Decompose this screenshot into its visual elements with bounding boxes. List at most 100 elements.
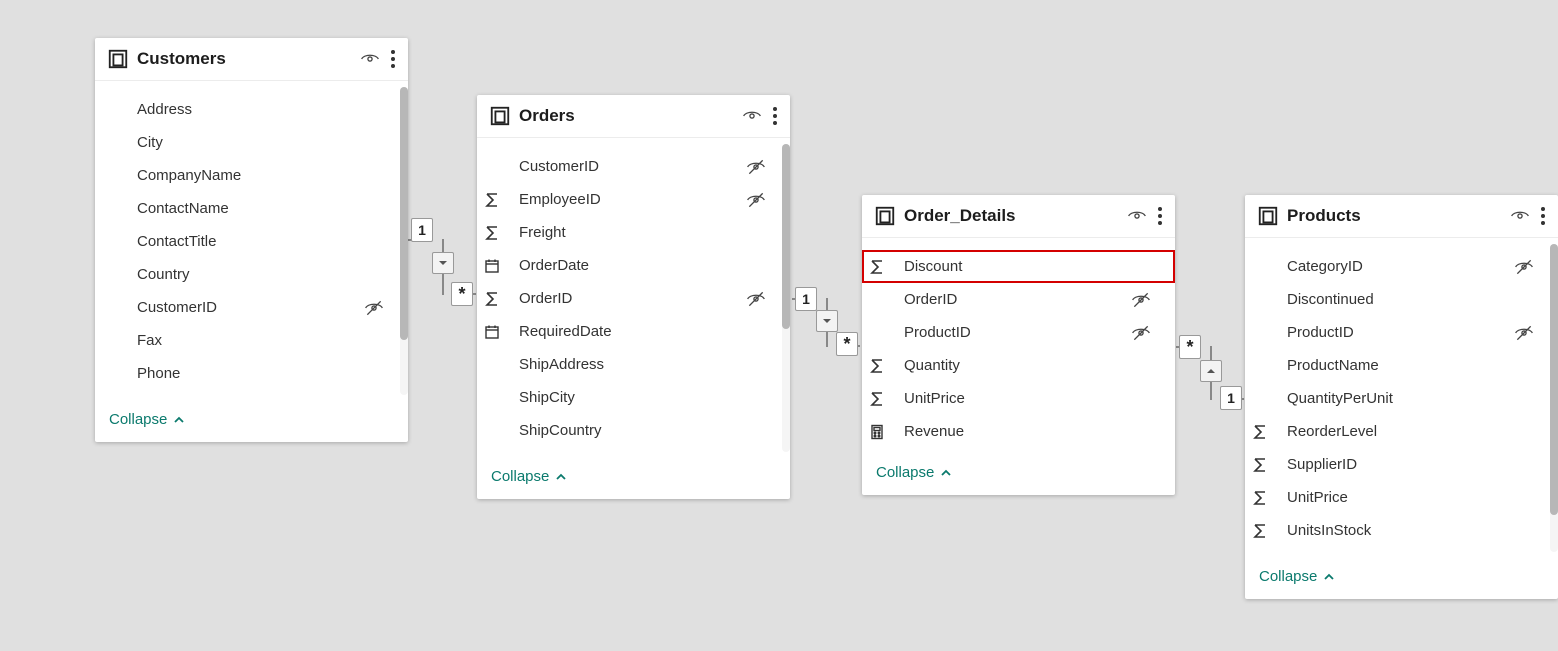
- field-label: ContactTitle: [95, 233, 392, 250]
- field-reorderlevel[interactable]: ReorderLevel: [1245, 415, 1558, 448]
- field-label: Quantity: [892, 357, 1159, 374]
- collapse-button[interactable]: Collapse: [1259, 568, 1544, 585]
- field-orderid[interactable]: OrderID: [477, 282, 790, 315]
- table-header[interactable]: Products: [1245, 195, 1558, 238]
- more-options-icon[interactable]: [1540, 206, 1546, 226]
- relationship-direction-icon[interactable]: [432, 252, 454, 274]
- field-label: CustomerID: [95, 299, 364, 316]
- visibility-icon[interactable]: [742, 106, 762, 126]
- collapse-label: Collapse: [109, 411, 167, 428]
- field-shipaddress[interactable]: ShipAddress: [477, 348, 790, 381]
- field-shipcity[interactable]: ShipCity: [477, 381, 790, 414]
- field-address[interactable]: Address: [95, 93, 408, 126]
- field-label: Discontinued: [1245, 291, 1542, 308]
- table-header[interactable]: Order_Details: [862, 195, 1175, 238]
- field-phone[interactable]: Phone: [95, 357, 408, 390]
- collapse-label: Collapse: [491, 468, 549, 485]
- field-label: Discount: [892, 258, 1159, 275]
- field-orderdate[interactable]: OrderDate: [477, 249, 790, 282]
- field-label: RequiredDate: [507, 323, 774, 340]
- field-label: Revenue: [892, 423, 1159, 440]
- hidden-icon: [746, 289, 774, 309]
- sigma-icon: [1245, 457, 1275, 473]
- field-quantityperunit[interactable]: QuantityPerUnit: [1245, 382, 1558, 415]
- field-list: CategoryID Discontinued ProductID Produc…: [1245, 238, 1558, 547]
- field-label: UnitPrice: [892, 390, 1159, 407]
- scrollbar[interactable]: [1550, 244, 1558, 552]
- table-header[interactable]: Customers: [95, 38, 408, 81]
- field-label: CategoryID: [1245, 258, 1514, 275]
- field-freight[interactable]: Freight: [477, 216, 790, 249]
- field-productid[interactable]: ProductID: [1245, 316, 1558, 349]
- table-order-details[interactable]: Order_Details Discount OrderID ProductID…: [862, 195, 1175, 495]
- field-label: QuantityPerUnit: [1245, 390, 1542, 407]
- field-city[interactable]: City: [95, 126, 408, 159]
- table-title: Orders: [519, 106, 742, 126]
- field-discontinued[interactable]: Discontinued: [1245, 283, 1558, 316]
- sigma-icon: [862, 358, 892, 374]
- table-title: Customers: [137, 49, 360, 69]
- more-options-icon[interactable]: [390, 49, 396, 69]
- field-unitprice[interactable]: UnitPrice: [862, 382, 1175, 415]
- field-employeeid[interactable]: EmployeeID: [477, 183, 790, 216]
- field-categoryid[interactable]: CategoryID: [1245, 250, 1558, 283]
- field-label: City: [95, 134, 392, 151]
- field-shipcountry[interactable]: ShipCountry: [477, 414, 790, 447]
- field-unitsinstock[interactable]: UnitsInStock: [1245, 514, 1558, 547]
- field-label: Address: [95, 101, 392, 118]
- cardinality-one: 1: [1220, 386, 1242, 410]
- sigma-icon: [477, 225, 507, 241]
- relationship-direction-icon[interactable]: [1200, 360, 1222, 382]
- table-orders[interactable]: Orders CustomerID EmployeeID Freight Ord…: [477, 95, 790, 499]
- more-options-icon[interactable]: [1157, 206, 1163, 226]
- scrollbar[interactable]: [782, 144, 790, 452]
- hidden-icon: [746, 157, 774, 177]
- field-customerid[interactable]: CustomerID: [477, 150, 790, 183]
- field-contacttitle[interactable]: ContactTitle: [95, 225, 408, 258]
- collapse-button[interactable]: Collapse: [876, 464, 1161, 481]
- field-productid[interactable]: ProductID: [862, 316, 1175, 349]
- hidden-icon: [1514, 257, 1542, 277]
- field-companyname[interactable]: CompanyName: [95, 159, 408, 192]
- field-contactname[interactable]: ContactName: [95, 192, 408, 225]
- field-productname[interactable]: ProductName: [1245, 349, 1558, 382]
- table-customers[interactable]: Customers Address City CompanyName Conta…: [95, 38, 408, 442]
- model-canvas[interactable]: { "tables": { "customers": { "title": "C…: [0, 0, 1558, 651]
- cardinality-many: *: [1179, 335, 1201, 359]
- visibility-icon[interactable]: [1127, 206, 1147, 226]
- field-customerid[interactable]: CustomerID: [95, 291, 408, 324]
- visibility-icon[interactable]: [360, 49, 380, 69]
- sigma-icon: [477, 291, 507, 307]
- table-icon: [107, 48, 129, 70]
- field-label: EmployeeID: [507, 191, 746, 208]
- field-label: ShipCountry: [477, 422, 774, 439]
- sigma-icon: [477, 192, 507, 208]
- hidden-icon: [364, 298, 392, 318]
- field-unitprice[interactable]: UnitPrice: [1245, 481, 1558, 514]
- field-quantity[interactable]: Quantity: [862, 349, 1175, 382]
- relationship-direction-icon[interactable]: [816, 310, 838, 332]
- scrollbar[interactable]: [400, 87, 408, 395]
- chevron-up-icon: [1323, 571, 1335, 583]
- hidden-icon: [746, 190, 774, 210]
- collapse-button[interactable]: Collapse: [491, 468, 776, 485]
- field-discount[interactable]: Discount: [862, 250, 1175, 283]
- field-label: ContactName: [95, 200, 392, 217]
- collapse-button[interactable]: Collapse: [109, 411, 394, 428]
- collapse-label: Collapse: [876, 464, 934, 481]
- field-revenue[interactable]: Revenue: [862, 415, 1175, 448]
- chevron-up-icon: [173, 414, 185, 426]
- field-country[interactable]: Country: [95, 258, 408, 291]
- chevron-up-icon: [940, 467, 952, 479]
- table-products[interactable]: Products CategoryID Discontinued Product…: [1245, 195, 1558, 599]
- visibility-icon[interactable]: [1510, 206, 1530, 226]
- table-icon: [874, 205, 896, 227]
- field-supplierid[interactable]: SupplierID: [1245, 448, 1558, 481]
- field-fax[interactable]: Fax: [95, 324, 408, 357]
- field-orderid[interactable]: OrderID: [862, 283, 1175, 316]
- more-options-icon[interactable]: [772, 106, 778, 126]
- sigma-icon: [1245, 424, 1275, 440]
- cardinality-many: *: [451, 282, 473, 306]
- field-requireddate[interactable]: RequiredDate: [477, 315, 790, 348]
- table-header[interactable]: Orders: [477, 95, 790, 138]
